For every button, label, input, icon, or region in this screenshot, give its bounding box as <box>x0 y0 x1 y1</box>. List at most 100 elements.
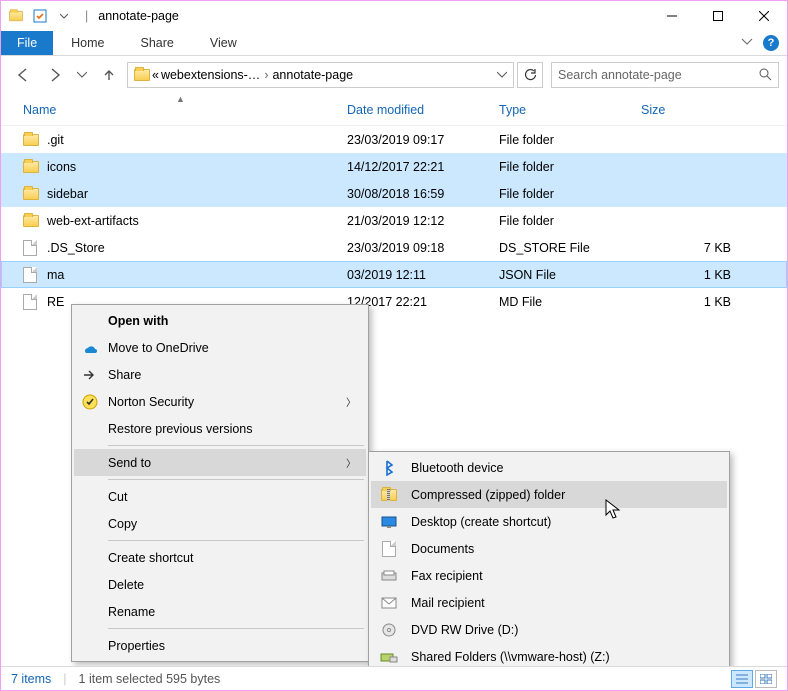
file-icon <box>23 267 47 283</box>
file-type: File folder <box>499 187 641 201</box>
menu-item[interactable]: Create shortcut <box>74 544 366 571</box>
bluetooth-icon <box>379 458 399 478</box>
menu-item[interactable]: Copy <box>74 510 366 537</box>
help-icon[interactable]: ? <box>763 35 779 51</box>
file-date: 12/2017 22:21 <box>347 295 499 309</box>
menu-item[interactable]: Open with <box>74 307 366 334</box>
qat-properties-icon[interactable] <box>29 5 51 27</box>
breadcrumb-overflow[interactable]: « <box>152 68 159 82</box>
file-name: .git <box>47 133 347 147</box>
file-type: File folder <box>499 133 641 147</box>
file-row[interactable]: icons14/12/2017 22:21File folder <box>1 153 787 180</box>
ribbon-expand-icon[interactable] <box>741 36 753 51</box>
file-row[interactable]: .DS_Store23/03/2019 09:18DS_STORE File7 … <box>1 234 787 261</box>
column-header-size[interactable]: Size <box>641 94 737 125</box>
file-type: DS_STORE File <box>499 241 641 255</box>
file-menu-button[interactable]: File <box>1 31 53 55</box>
file-name: sidebar <box>47 187 347 201</box>
recent-locations-button[interactable] <box>73 61 91 89</box>
menu-separator <box>108 479 364 480</box>
column-header-type[interactable]: Type <box>499 94 641 125</box>
norton-icon <box>80 392 100 412</box>
column-header-name[interactable]: Name <box>23 94 347 125</box>
menu-item-label: Properties <box>108 639 165 653</box>
onedrive-icon <box>80 338 100 358</box>
menu-item[interactable]: Fax recipient <box>371 562 727 589</box>
menu-item[interactable]: Norton Security〉 <box>74 388 366 415</box>
view-details-button[interactable] <box>731 670 753 688</box>
folder-icon <box>23 215 47 227</box>
maximize-button[interactable] <box>695 1 741 31</box>
submenu-arrow-icon: 〉 <box>346 455 356 470</box>
file-row[interactable]: .git23/03/2019 09:17File folder <box>1 126 787 153</box>
search-icon[interactable] <box>758 67 772 84</box>
menu-item[interactable]: Move to OneDrive <box>74 334 366 361</box>
menu-item[interactable]: Mail recipient <box>371 589 727 616</box>
sort-indicator-icon: ▲ <box>176 94 185 104</box>
context-menu-primary: Open withMove to OneDriveShareNorton Sec… <box>71 304 369 662</box>
file-size: 1 KB <box>641 295 731 309</box>
submenu-arrow-icon: 〉 <box>346 394 356 409</box>
address-dropdown-icon[interactable] <box>497 70 507 80</box>
breadcrumb-part-1[interactable]: annotate-page <box>272 68 353 82</box>
menu-item-label: Send to <box>108 456 151 470</box>
menu-item[interactable]: Rename <box>74 598 366 625</box>
refresh-button[interactable] <box>517 62 543 88</box>
menu-item-label: Create shortcut <box>108 551 193 565</box>
forward-button[interactable] <box>41 61 69 89</box>
menu-item[interactable]: Bluetooth device <box>371 454 727 481</box>
file-type: File folder <box>499 214 641 228</box>
dvd-icon <box>379 620 399 640</box>
menu-item[interactable]: Properties <box>74 632 366 659</box>
file-date: 14/12/2017 22:21 <box>347 160 499 174</box>
breadcrumb-part-0[interactable]: webextensions-… <box>161 68 260 82</box>
menu-item[interactable]: Desktop (create shortcut) <box>371 508 727 535</box>
close-button[interactable] <box>741 1 787 31</box>
menu-item[interactable]: Compressed (zipped) folder <box>371 481 727 508</box>
file-name: ma <box>47 268 347 282</box>
menu-item[interactable]: Cut <box>74 483 366 510</box>
menu-separator <box>108 540 364 541</box>
search-placeholder: Search annotate-page <box>558 68 682 82</box>
ribbon-tab-home[interactable]: Home <box>53 31 122 55</box>
file-row[interactable]: ma03/2019 12:11JSON File1 KB <box>1 261 787 288</box>
menu-item[interactable]: Restore previous versions <box>74 415 366 442</box>
column-headers: ▲ Name Date modified Type Size <box>1 94 787 126</box>
back-button[interactable] <box>9 61 37 89</box>
menu-item-label: Compressed (zipped) folder <box>411 488 565 502</box>
file-type: JSON File <box>499 268 641 282</box>
file-date: 21/03/2019 12:12 <box>347 214 499 228</box>
folder-icon <box>23 134 47 146</box>
file-list[interactable]: .git23/03/2019 09:17File foldericons14/1… <box>1 126 787 315</box>
address-bar[interactable]: « webextensions-… › annotate-page <box>127 62 514 88</box>
fax-icon <box>379 566 399 586</box>
menu-item[interactable]: Send to 〉 <box>74 449 366 476</box>
breadcrumb-chevron-icon[interactable]: › <box>262 68 270 82</box>
column-header-date[interactable]: Date modified <box>347 94 499 125</box>
explorer-app-icon[interactable] <box>5 5 27 27</box>
folder-icon <box>23 161 47 173</box>
search-input[interactable]: Search annotate-page <box>551 62 779 88</box>
share-icon <box>80 365 100 385</box>
menu-separator <box>108 628 364 629</box>
file-date: 23/03/2019 09:17 <box>347 133 499 147</box>
ribbon-tab-view[interactable]: View <box>192 31 255 55</box>
menu-item-label: Bluetooth device <box>411 461 503 475</box>
menu-item[interactable]: Documents <box>371 535 727 562</box>
file-type: File folder <box>499 160 641 174</box>
view-thumbnails-button[interactable] <box>755 670 777 688</box>
netdrive-icon <box>379 647 399 667</box>
menu-item-label: Documents <box>411 542 474 556</box>
file-row[interactable]: sidebar30/08/2018 16:59File folder <box>1 180 787 207</box>
menu-item-label: Rename <box>108 605 155 619</box>
status-bar: 7 items | 1 item selected 595 bytes <box>1 666 787 690</box>
menu-item[interactable]: DVD RW Drive (D:) <box>371 616 727 643</box>
qat-dropdown-icon[interactable] <box>53 5 75 27</box>
up-button[interactable] <box>95 61 123 89</box>
ribbon-tab-share[interactable]: Share <box>123 31 192 55</box>
minimize-button[interactable] <box>649 1 695 31</box>
menu-item[interactable]: Delete <box>74 571 366 598</box>
file-row[interactable]: web-ext-artifacts21/03/2019 12:12File fo… <box>1 207 787 234</box>
file-date: 23/03/2019 09:18 <box>347 241 499 255</box>
menu-item[interactable]: Share <box>74 361 366 388</box>
